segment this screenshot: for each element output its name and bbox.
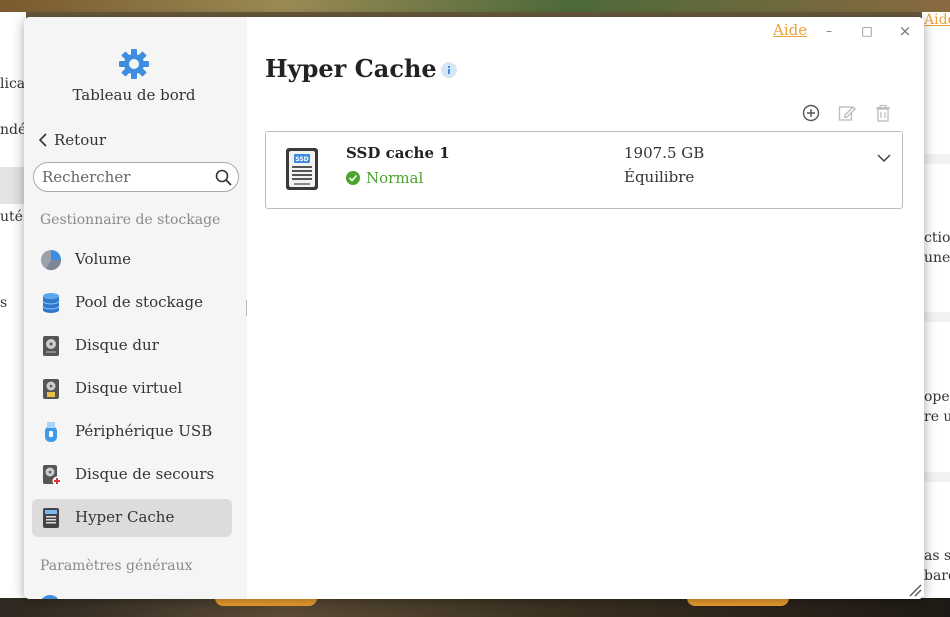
main-panel: Aide – □ × Hyper Cache SSD SSD cache 1 N…	[247, 17, 924, 599]
virtual-disk-icon	[43, 379, 59, 399]
help-link[interactable]: Aide	[773, 21, 807, 39]
ssd-cache-icon	[43, 508, 59, 528]
sidebar: Tableau de bord Retour Gestionnaire de s…	[24, 17, 247, 599]
background-text: une	[924, 250, 950, 266]
cache-size: 1907.5 GB	[624, 144, 705, 162]
dashboard-label[interactable]: Tableau de bord	[24, 86, 244, 104]
sidebar-item-label: Disque de secours	[75, 465, 215, 483]
sidebar-item-label: Périphérique USB	[75, 422, 213, 440]
check-circle-icon	[346, 171, 360, 185]
background-app-left: lica ndé uté s	[0, 12, 26, 602]
spare-disk-icon	[43, 465, 62, 486]
resize-grip-icon[interactable]	[908, 583, 922, 597]
background-photo-strip	[0, 0, 950, 12]
sidebar-item-label: Hyper Cache	[75, 508, 175, 526]
back-label: Retour	[54, 131, 107, 149]
ssd-icon-text: SSD	[295, 156, 308, 163]
background-bottom-strip	[0, 598, 950, 617]
edit-icon[interactable]	[838, 104, 856, 122]
volume-pie-icon	[41, 250, 62, 271]
background-text: ope	[924, 389, 950, 405]
background-text: re u	[924, 409, 950, 425]
sidebar-item-usb-device[interactable]: Périphérique USB	[32, 413, 232, 451]
background-text: as s	[924, 548, 950, 564]
section-storage-manager: Gestionnaire de stockage	[40, 212, 221, 228]
sidebar-item-spare-disk[interactable]: Disque de secours	[32, 456, 232, 494]
page-title: Hyper Cache	[265, 54, 437, 83]
storage-pool-icon	[42, 293, 60, 313]
sidebar-item-label: Pool de stockage	[75, 293, 204, 311]
cache-name: SSD cache 1	[346, 144, 450, 162]
hard-disk-icon	[43, 336, 59, 356]
background-help-link: Aide	[924, 12, 950, 28]
sidebar-item-label: Disque dur	[75, 336, 159, 354]
background-text: ction	[924, 230, 950, 246]
storage-manager-window: Tableau de bord Retour Gestionnaire de s…	[24, 17, 924, 599]
search-box[interactable]	[33, 162, 239, 192]
chevron-down-icon[interactable]	[876, 152, 892, 164]
sidebar-item-hard-disk[interactable]: Disque dur	[32, 327, 232, 365]
minimize-button[interactable]: –	[821, 23, 837, 39]
background-text: s	[0, 295, 8, 311]
sidebar-item-storage-pool[interactable]: Pool de stockage	[32, 284, 232, 322]
background-text: ndé	[0, 122, 27, 138]
background-text: barc	[924, 568, 950, 584]
background-divider	[922, 472, 950, 482]
background-app-right: Aide ction une ope re u as s barc	[922, 12, 950, 602]
background-text: uté	[0, 209, 23, 225]
background-divider	[922, 312, 950, 322]
sidebar-item-volume[interactable]: Volume	[32, 241, 232, 279]
maximize-button[interactable]: □	[859, 23, 875, 39]
search-icon[interactable]	[215, 169, 232, 186]
delete-icon[interactable]	[874, 104, 892, 122]
partially-visible-icon	[40, 595, 60, 599]
background-button	[215, 598, 317, 606]
cache-status: Normal	[346, 169, 423, 187]
info-icon[interactable]	[441, 62, 457, 78]
cache-status-label: Normal	[366, 169, 424, 187]
chevron-left-icon	[38, 133, 47, 147]
background-divider	[922, 154, 950, 164]
cache-mode: Équilibre	[624, 168, 695, 186]
background-button	[687, 598, 789, 606]
background-highlight	[0, 167, 26, 204]
back-button[interactable]: Retour	[38, 130, 106, 150]
search-input[interactable]	[42, 167, 212, 187]
add-icon[interactable]	[802, 104, 820, 122]
gear-icon[interactable]	[118, 48, 150, 80]
sidebar-item-label: Disque virtuel	[75, 379, 183, 397]
cache-card[interactable]: SSD SSD cache 1 Normal 1907.5 GB Équilib…	[265, 131, 903, 209]
close-button[interactable]: ×	[897, 23, 913, 39]
background-text: lica	[0, 76, 26, 92]
ssd-icon: SSD	[286, 148, 318, 190]
sidebar-item-virtual-disk[interactable]: Disque virtuel	[32, 370, 232, 408]
usb-device-icon	[45, 422, 57, 442]
section-general-settings: Paramètres généraux	[40, 558, 193, 574]
sidebar-item-hyper-cache[interactable]: Hyper Cache	[32, 499, 232, 537]
sidebar-item-label: Volume	[75, 250, 132, 268]
